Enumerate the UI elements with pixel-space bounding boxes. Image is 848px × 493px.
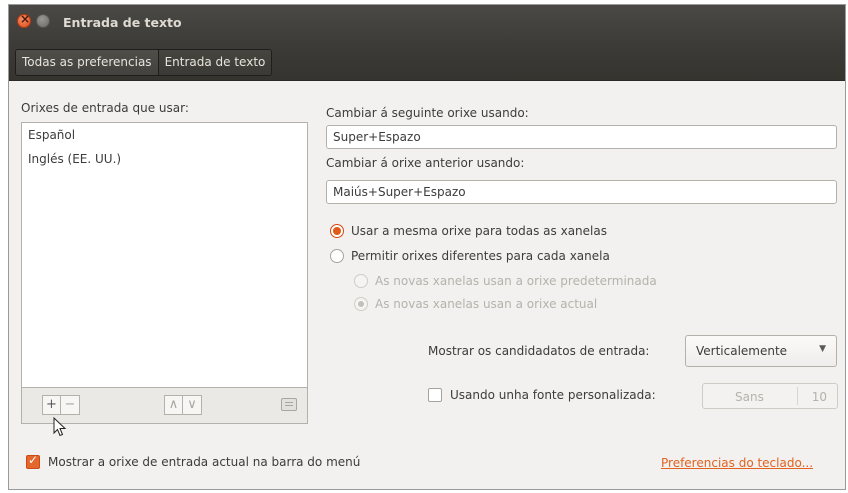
radio-new-windows-current-label: As novas xanelas usan a orixe actual [375, 297, 598, 311]
radio-new-windows-default[interactable]: As novas xanelas usan a orixe predetermi… [354, 274, 657, 288]
move-up-button[interactable]: ∧ [164, 395, 183, 415]
custom-font-label: Usando unha fonte personalizada: [450, 388, 656, 402]
input-sources-heading: Orixes de entrada que usar: [21, 101, 189, 115]
keyboard-preferences-link[interactable]: Preferencias do teclado... [661, 456, 813, 470]
show-in-menu-label: Mostrar a orixe de entrada actual na bar… [48, 455, 361, 469]
font-name: Sans [735, 390, 764, 404]
breadcrumb-text-entry[interactable]: Entrada de texto [157, 50, 272, 75]
input-sources-list[interactable]: Español Inglés (EE. UU.) [21, 122, 308, 388]
remove-source-button[interactable]: − [61, 395, 80, 415]
radio-different-sources-label: Permitir orixes diferentes para cada xan… [351, 249, 610, 263]
font-chooser-button[interactable]: Sans 10 [702, 383, 838, 409]
radio-disabled-icon [354, 274, 368, 288]
list-item[interactable]: Español [28, 128, 75, 142]
radio-same-source-label: Usar a mesma orixe para todas as xanelas [351, 224, 607, 238]
dropdown-arrow-icon: ▼ [819, 344, 826, 354]
radio-disabled-selected-icon [354, 297, 368, 311]
radio-unselected-icon [330, 249, 344, 263]
add-source-button[interactable]: + [42, 395, 61, 415]
custom-font-checkbox[interactable]: Usando unha fonte personalizada: [428, 388, 656, 402]
show-in-menu-checkbox[interactable]: Mostrar a orixe de entrada actual na bar… [26, 453, 361, 469]
prev-source-label: Cambiar á orixe anterior usando: [326, 156, 525, 170]
minimize-icon[interactable] [36, 14, 50, 28]
radio-new-windows-default-label: As novas xanelas usan a orixe predetermi… [375, 274, 657, 288]
checkbox-unchecked-icon [428, 388, 442, 402]
radio-new-windows-current[interactable]: As novas xanelas usan a orixe actual [354, 297, 597, 311]
titlebar: Entrada de texto [9, 5, 845, 45]
radio-same-source[interactable]: Usar a mesma orixe para todas as xanelas [330, 224, 607, 238]
font-size: 10 [811, 390, 827, 404]
close-icon[interactable] [17, 12, 31, 28]
list-item[interactable]: Inglés (EE. UU.) [28, 152, 121, 166]
next-source-shortcut-field[interactable]: Super+Espazo [326, 125, 837, 149]
add-remove-group: + − [42, 395, 80, 415]
window-title: Entrada de texto [63, 15, 182, 30]
mouse-pointer-icon [53, 417, 67, 437]
candidates-dropdown[interactable]: Verticalemente ▼ [685, 335, 837, 367]
next-source-label: Cambiar á seguinte orixe usando: [326, 106, 529, 120]
reorder-group: ∧ ∨ [164, 395, 202, 415]
text-entry-window: Entrada de texto Todas as preferencias E… [8, 4, 846, 490]
radio-selected-icon [330, 224, 344, 238]
radio-different-sources[interactable]: Permitir orixes diferentes para cada xan… [330, 249, 610, 263]
candidates-label: Mostrar os candidadatos de entrada: [428, 344, 650, 358]
move-down-button[interactable]: ∨ [183, 395, 202, 415]
toolbar: Todas as preferencias Entrada de texto [9, 45, 845, 81]
checkbox-checked-icon [26, 453, 40, 469]
keyboard-layout-icon[interactable] [281, 398, 297, 411]
font-separator [797, 387, 798, 405]
prev-source-shortcut-field[interactable]: Maiús+Super+Espazo [326, 180, 837, 204]
breadcrumb: Todas as preferencias Entrada de texto [15, 49, 273, 76]
candidates-value: Verticalemente [696, 344, 788, 358]
breadcrumb-all-settings[interactable]: Todas as preferencias [16, 50, 158, 75]
